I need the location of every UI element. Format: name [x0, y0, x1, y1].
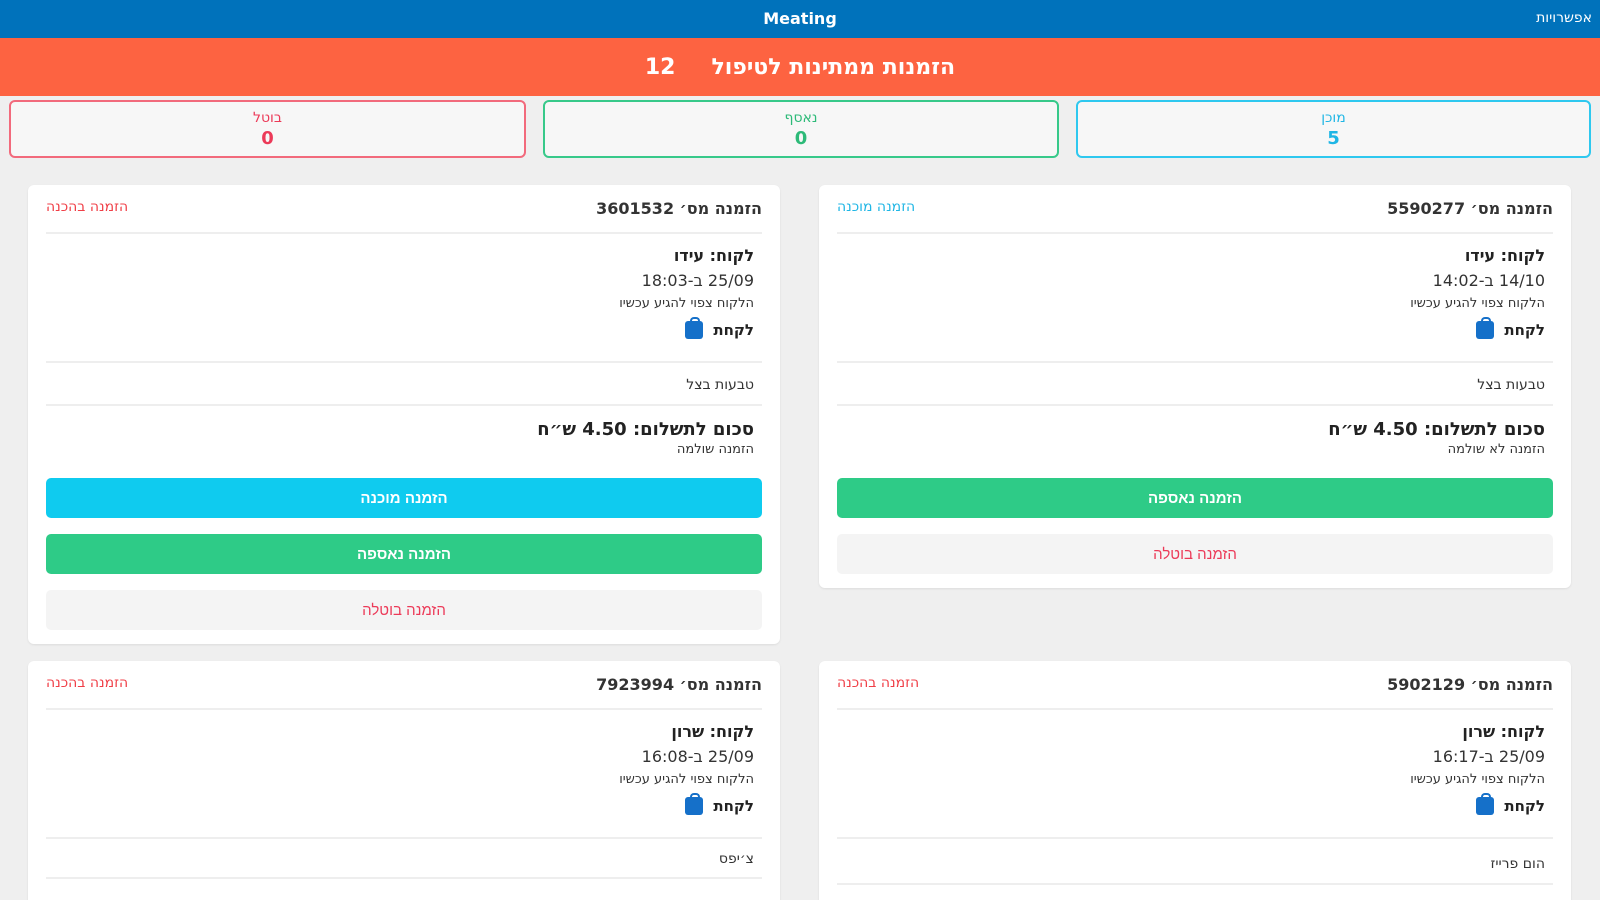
- divider: [46, 361, 762, 363]
- pending-orders-count: 12: [644, 54, 676, 80]
- options-button[interactable]: אפשרויות: [1536, 10, 1592, 26]
- shopping-bag-icon: [1476, 317, 1495, 339]
- order-datetime: 14/10 ב-14:02: [1432, 271, 1545, 290]
- stat-picked-label: נאסף: [784, 110, 818, 126]
- order-item: טבעות בצל: [1477, 377, 1545, 393]
- arrival-note: הלקוח צפוי להגיע עכשיו: [1410, 296, 1545, 311]
- divider: [837, 708, 1553, 710]
- order-status: הזמנה בהכנה: [837, 675, 920, 691]
- stat-picked-value: 0: [794, 128, 808, 149]
- stat-ready-label: מוכן: [1321, 110, 1346, 126]
- order-item: צ׳יפס: [718, 851, 754, 867]
- pickup-method: לקחת: [837, 793, 1545, 815]
- shopping-bag-icon: [685, 793, 704, 815]
- order-item: הום פרייז: [1490, 856, 1545, 872]
- pending-orders-banner: הזמנות ממתינות לטיפול 12: [0, 38, 1600, 96]
- shopping-bag-icon: [685, 317, 704, 339]
- order-card: הזמנה מס׳ 5590277 הזמנה מוכנה לקוח: עידו…: [819, 185, 1571, 588]
- order-number: הזמנה מס׳ 5590277: [1387, 199, 1553, 218]
- customer-name: לקוח: עידו: [1464, 246, 1545, 265]
- customer-name: לקוח: עידו: [673, 246, 754, 265]
- order-total: סכום לתשלום: 4.50 ש״ח: [537, 419, 754, 440]
- arrival-note: הלקוח צפוי להגיע עכשיו: [619, 772, 754, 787]
- order-datetime: 25/09 ב-16:08: [641, 747, 754, 766]
- stat-ready[interactable]: מוכן 5: [1076, 100, 1591, 158]
- pickup-label: לקחת: [1504, 797, 1545, 815]
- payment-status: הזמנה לא שולמה: [1447, 442, 1545, 457]
- order-number: הזמנה מס׳ 7923994: [596, 675, 762, 694]
- divider: [837, 232, 1553, 234]
- divider: [46, 232, 762, 234]
- order-status: הזמנה מוכנה: [837, 199, 916, 215]
- order-card: הזמנה מס׳ 5902129 הזמנה בהכנה לקוח: שרון…: [819, 661, 1571, 900]
- app-title: Meating: [763, 9, 837, 28]
- pickup-label: לקחת: [713, 321, 754, 339]
- customer-name: לקוח: שרון: [1462, 722, 1545, 741]
- order-datetime: 25/09 ב-18:03: [641, 271, 754, 290]
- pending-orders-label: הזמנות ממתינות לטיפול: [711, 54, 956, 80]
- order-cancel-button[interactable]: הזמנה בוטלה: [46, 590, 762, 630]
- payment-status: הזמנה שולמה: [676, 442, 754, 457]
- divider: [46, 404, 762, 406]
- order-picked-button[interactable]: הזמנה נאספה: [837, 478, 1553, 518]
- divider: [46, 837, 762, 839]
- divider: [837, 361, 1553, 363]
- shopping-bag-icon: [1476, 793, 1495, 815]
- order-card: הזמנה מס׳ 7923994 הזמנה בהכנה לקוח: שרון…: [28, 661, 780, 900]
- divider: [46, 877, 762, 879]
- pickup-method: לקחת: [46, 793, 754, 815]
- order-total: סכום לתשלום: 4.50 ש״ח: [1328, 419, 1545, 440]
- order-status: הזמנה בהכנה: [46, 675, 129, 691]
- pickup-method: לקחת: [837, 317, 1545, 339]
- order-picked-button[interactable]: הזמנה נאספה: [46, 534, 762, 574]
- order-status: הזמנה בהכנה: [46, 199, 129, 215]
- pickup-method: לקחת: [46, 317, 754, 339]
- order-cancel-button[interactable]: הזמנה בוטלה: [837, 534, 1553, 574]
- stat-ready-value: 5: [1327, 128, 1340, 149]
- divider: [46, 708, 762, 710]
- order-card: הזמנה מס׳ 3601532 הזמנה בהכנה לקוח: עידו…: [28, 185, 780, 644]
- pickup-label: לקחת: [1504, 321, 1545, 339]
- stat-cancelled-label: בוטל: [253, 110, 282, 126]
- arrival-note: הלקוח צפוי להגיע עכשיו: [619, 296, 754, 311]
- divider: [837, 404, 1553, 406]
- stat-cancelled-value: 0: [261, 128, 274, 149]
- divider: [837, 837, 1553, 839]
- divider: [837, 883, 1553, 885]
- order-ready-button[interactable]: הזמנה מוכנה: [46, 478, 762, 518]
- order-number: הזמנה מס׳ 5902129: [1387, 675, 1553, 694]
- arrival-note: הלקוח צפוי להגיע עכשיו: [1410, 772, 1545, 787]
- order-item: טבעות בצל: [686, 377, 754, 393]
- customer-name: לקוח: שרון: [671, 722, 754, 741]
- top-bar: Meating אפשרויות: [0, 0, 1600, 38]
- pickup-label: לקחת: [713, 797, 754, 815]
- stat-cancelled[interactable]: בוטל 0: [9, 100, 526, 158]
- order-number: הזמנה מס׳ 3601532: [596, 199, 762, 218]
- order-datetime: 25/09 ב-16:17: [1432, 747, 1545, 766]
- stat-picked[interactable]: נאסף 0: [543, 100, 1059, 158]
